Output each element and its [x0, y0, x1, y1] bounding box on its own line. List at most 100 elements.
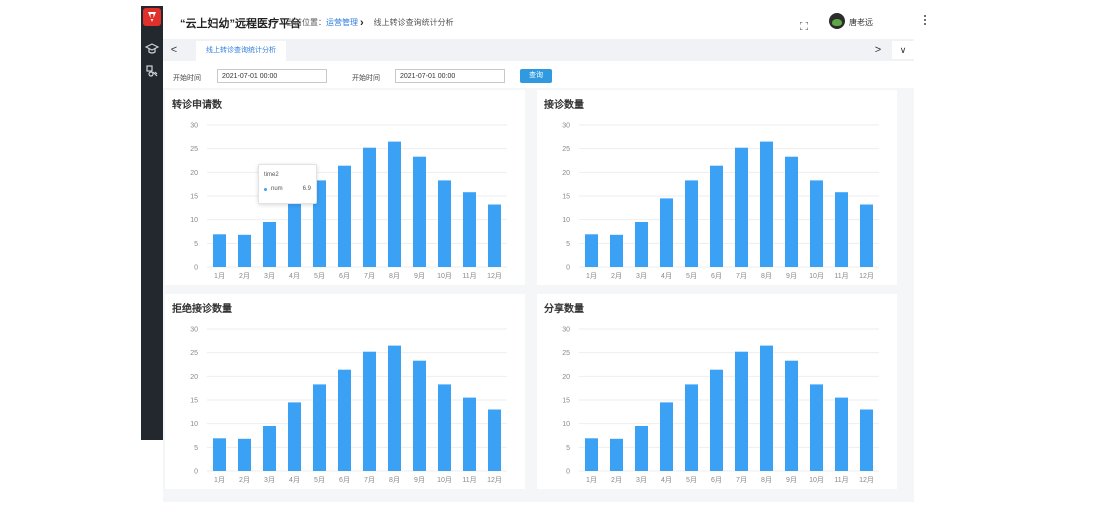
bar-2[interactable]	[238, 438, 251, 471]
bar-chart-referral-applications: 0 5 10 15 20 25 30 1月 2月 3月 4月 5月 6月 7月 8月 9月 10月 11月 12月	[190, 123, 507, 280]
bar-11[interactable]	[835, 397, 848, 471]
start-time-input-2[interactable]: 2021-07-01 00:00	[395, 69, 505, 83]
x-tick-label: 3月	[636, 272, 647, 280]
breadcrumb-link[interactable]: 运营管理	[326, 18, 358, 27]
x-tick-label: 6月	[711, 272, 722, 280]
filter-bar: 开始时间 2021-07-01 00:00 开始时间 2021-07-01 00…	[163, 66, 914, 88]
hospital-logo-icon[interactable]	[143, 8, 161, 26]
x-tick-label: 9月	[414, 272, 425, 280]
bar-6[interactable]	[710, 369, 723, 471]
x-tick-label: 12月	[487, 272, 502, 280]
y-tick-label: 0	[194, 265, 198, 272]
bar-4[interactable]	[288, 402, 301, 471]
bar-12[interactable]	[488, 204, 501, 268]
bar-6[interactable]	[710, 165, 723, 267]
y-tick-label: 15	[190, 398, 198, 405]
bar-1[interactable]	[585, 234, 598, 267]
bar-9[interactable]	[413, 156, 426, 267]
bar-8[interactable]	[760, 141, 773, 267]
bar-6[interactable]	[338, 369, 351, 471]
bar-12[interactable]	[860, 409, 873, 472]
bar-10[interactable]	[810, 384, 823, 471]
tooltip-series: num	[271, 186, 283, 192]
bar-1[interactable]	[213, 438, 226, 471]
bar-3[interactable]	[263, 426, 276, 471]
bar-7[interactable]	[363, 351, 376, 471]
x-tick-label: 7月	[364, 476, 375, 484]
y-tick-label: 30	[190, 123, 198, 130]
query-button[interactable]: 查询	[520, 69, 552, 83]
bar-9[interactable]	[413, 360, 426, 471]
bar-5[interactable]	[685, 384, 698, 471]
tab-dropdown-button[interactable]: ∨	[892, 41, 914, 59]
bar-8[interactable]	[760, 345, 773, 471]
tab-next-button[interactable]: >	[867, 39, 889, 61]
x-tick-label: 9月	[414, 476, 425, 484]
y-tick-label: 5	[194, 241, 198, 248]
bar-chart-received: 0 5 10 15 20 25 30 1月 2月 3月 4月 5月 6月 7月 8月 9月 10月 11月 12月	[562, 123, 879, 280]
bar-7[interactable]	[735, 147, 748, 267]
bar-12[interactable]	[860, 204, 873, 268]
chart-panel-2: 接诊数量 0 5 10 15 20 25 30 1月 2月 3月 4月 5月 6月 7月 8月 9月 10月 11…	[537, 90, 897, 285]
bar-8[interactable]	[388, 141, 401, 267]
bar-2[interactable]	[610, 234, 623, 267]
bar-9[interactable]	[785, 360, 798, 471]
bar-2[interactable]	[238, 234, 251, 267]
bar-12[interactable]	[488, 409, 501, 472]
y-tick-label: 25	[562, 146, 570, 153]
bar-2[interactable]	[610, 438, 623, 471]
y-tick-label: 0	[566, 265, 570, 272]
fullscreen-icon[interactable]	[799, 17, 809, 31]
bar-5[interactable]	[685, 180, 698, 267]
bar-4[interactable]	[660, 402, 673, 471]
graduation-cap-icon[interactable]	[144, 42, 160, 56]
bar-8[interactable]	[388, 345, 401, 471]
x-tick-label: 3月	[264, 476, 275, 484]
bar-11[interactable]	[463, 397, 476, 471]
chart-panel-4: 分享数量 0 5 10 15 20 25 30 1月 2月 3月 4月 5月 6月 7月 8月 9月 10月 11…	[537, 294, 897, 489]
bar-10[interactable]	[438, 180, 451, 267]
bar-3[interactable]	[263, 222, 276, 267]
bar-3[interactable]	[635, 426, 648, 471]
x-tick-label: 8月	[389, 476, 400, 484]
x-tick-label: 12月	[859, 476, 874, 484]
tools-icon[interactable]	[145, 64, 159, 78]
bar-11[interactable]	[463, 192, 476, 267]
bar-1[interactable]	[213, 234, 226, 267]
y-tick-label: 25	[190, 350, 198, 357]
bar-10[interactable]	[438, 384, 451, 471]
bar-1[interactable]	[585, 438, 598, 471]
y-tick-label: 0	[566, 469, 570, 476]
start-time-label-2: 开始时间	[352, 75, 380, 82]
y-tick-label: 0	[194, 469, 198, 476]
user-name[interactable]: 唐老远	[849, 17, 873, 28]
bar-6[interactable]	[338, 165, 351, 267]
bar-5[interactable]	[313, 384, 326, 471]
x-tick-label: 9月	[786, 476, 797, 484]
bar-3[interactable]	[635, 222, 648, 267]
start-time-input-1[interactable]: 2021-07-01 00:00	[217, 69, 327, 83]
bar-11[interactable]	[835, 192, 848, 267]
x-tick-label: 11月	[834, 476, 848, 484]
tab-referral-stats[interactable]: 线上转诊查询统计分析	[196, 41, 286, 61]
app-window: “云上妇幼”远程医疗平台 当前位置：运营管理 › 线上转诊查询统计分析 唐老远 < …	[141, 6, 926, 502]
bar-10[interactable]	[810, 180, 823, 267]
bar-7[interactable]	[363, 147, 376, 267]
bar-4[interactable]	[288, 198, 301, 267]
x-tick-label: 6月	[339, 476, 350, 484]
y-tick-label: 30	[562, 123, 570, 130]
y-tick-label: 25	[190, 146, 198, 153]
x-tick-label: 2月	[611, 272, 622, 280]
x-tick-label: 8月	[389, 272, 400, 280]
main-content: 转诊申请数 0 5 10 15 20 25 30 1月 2月 3月 4月 5月 6月 7月 8月 9月 10月 1…	[163, 88, 914, 502]
bar-4[interactable]	[660, 198, 673, 267]
bar-7[interactable]	[735, 351, 748, 471]
more-vertical-icon[interactable]	[923, 15, 927, 29]
y-tick-label: 30	[562, 327, 570, 334]
y-tick-label: 30	[190, 327, 198, 334]
x-tick-label: 7月	[736, 476, 747, 484]
bar-9[interactable]	[785, 156, 798, 267]
y-tick-label: 5	[566, 241, 570, 248]
avatar[interactable]	[829, 13, 845, 29]
tab-prev-button[interactable]: <	[163, 39, 185, 61]
